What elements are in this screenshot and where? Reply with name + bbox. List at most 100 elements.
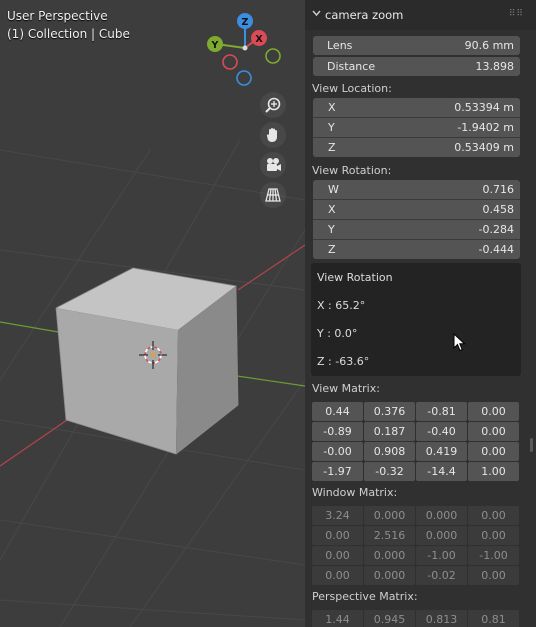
matrix-cell[interactable]: -0.32	[364, 462, 415, 481]
view-rotation-z-field[interactable]: Z -0.444	[313, 240, 520, 259]
matrix-row: -1.97 -0.32 -14.4 1.00	[312, 462, 521, 481]
axis-label: X	[328, 101, 336, 114]
view-rotation-y-field[interactable]: Y -0.284	[313, 220, 520, 240]
matrix-cell[interactable]: 0.00	[468, 442, 519, 461]
matrix-cell: 0.000	[364, 566, 415, 585]
matrix-cell[interactable]: -14.4	[416, 462, 467, 481]
view-rotation-w-field[interactable]: W 0.716	[313, 180, 520, 200]
axis-value: 0.53394 m	[454, 101, 514, 114]
matrix-row: 0.00 2.516 0.000 0.00	[312, 526, 521, 545]
axis-value: 0.458	[482, 203, 515, 216]
matrix-row: -0.89 0.187 -0.40 0.00	[312, 422, 521, 441]
view-rotation-fields: W 0.716 X 0.458 Y -0.284 Z -0.444	[313, 180, 520, 259]
gizmo-y-label: Y	[211, 40, 219, 51]
rotation-box-x: X : 65.2°	[317, 299, 366, 312]
matrix-cell: 0.000	[364, 546, 415, 565]
rotation-box-title: View Rotation	[317, 271, 393, 284]
view-rotation-label: View Rotation:	[312, 164, 392, 177]
zoom-icon[interactable]	[260, 92, 286, 118]
matrix-cell[interactable]: 0.00	[468, 422, 519, 441]
matrix-row: 3.24 0.000 0.000 0.00	[312, 506, 521, 525]
matrix-cell[interactable]: 0.00	[468, 402, 519, 421]
axis-label: Y	[328, 223, 335, 236]
camera-icon[interactable]	[260, 152, 286, 178]
matrix-cell: 0.00	[468, 566, 519, 585]
perspective-matrix-label: Perspective Matrix:	[312, 590, 418, 603]
collection-label: (1) Collection | Cube	[7, 27, 130, 41]
viewport-scene: Z X Y	[0, 13, 305, 627]
matrix-cell: -1.00	[416, 546, 467, 565]
matrix-cell[interactable]: -0.81	[416, 402, 467, 421]
matrix-cell: 0.81	[468, 610, 519, 627]
chevron-down-icon[interactable]	[312, 10, 321, 17]
scrollbar-handle[interactable]	[530, 438, 533, 452]
view-matrix-label: View Matrix:	[312, 382, 380, 395]
panel-header[interactable]: camera zoom ⠿⠿	[305, 0, 536, 30]
matrix-cell[interactable]: -0.40	[416, 422, 467, 441]
window-matrix-grid: 3.24 0.000 0.000 0.00 0.00 2.516 0.000 0…	[312, 506, 521, 586]
matrix-row: 0.00 0.000 -1.00 -1.00	[312, 546, 521, 565]
lens-label: Lens	[327, 39, 353, 52]
matrix-cell: 0.000	[416, 526, 467, 545]
view-location-label: View Location:	[312, 82, 392, 95]
view-location-x-field[interactable]: X 0.53394 m	[313, 98, 520, 118]
matrix-cell: 0.000	[416, 506, 467, 525]
view-mode-label: User Perspective	[7, 9, 108, 23]
axis-value: -0.444	[478, 243, 514, 256]
axis-value: 0.53409 m	[454, 141, 514, 154]
perspective-matrix-grid: 1.44 0.945 0.813 0.81	[312, 610, 521, 627]
matrix-cell[interactable]: 0.187	[364, 422, 415, 441]
gizmo-z-label: Z	[242, 17, 249, 28]
view-matrix-grid: 0.44 0.376 -0.81 0.00 -0.89 0.187 -0.40 …	[312, 402, 521, 482]
view-location-fields: X 0.53394 m Y -1.9402 m Z 0.53409 m	[313, 98, 520, 157]
axis-label: Y	[328, 121, 335, 134]
view-location-y-field[interactable]: Y -1.9402 m	[313, 118, 520, 138]
rotation-box-z: Z : -63.6°	[317, 355, 370, 368]
matrix-cell: 0.945	[364, 610, 415, 627]
3d-viewport[interactable]: Z X Y User Perspective (1) Collection | …	[0, 0, 305, 627]
axis-label: X	[328, 203, 336, 216]
matrix-cell: 0.000	[364, 506, 415, 525]
matrix-cell: 0.813	[416, 610, 467, 627]
matrix-cell[interactable]: -0.00	[312, 442, 363, 461]
axis-value: -1.9402 m	[457, 121, 514, 134]
distance-label: Distance	[327, 60, 376, 73]
matrix-cell: 0.00	[312, 546, 363, 565]
rotation-euler-box: View Rotation X : 65.2° Y : 0.0° Z : -63…	[311, 263, 521, 376]
sidebar-panel: camera zoom ⠿⠿ Lens 90.6 mm Distance 13.…	[305, 0, 536, 627]
panel-title: camera zoom	[325, 8, 404, 22]
axis-label: Z	[328, 243, 336, 256]
matrix-cell[interactable]: -1.97	[312, 462, 363, 481]
matrix-cell: 0.00	[312, 566, 363, 585]
matrix-cell[interactable]: 0.44	[312, 402, 363, 421]
window-matrix-label: Window Matrix:	[312, 486, 398, 499]
matrix-cell: 0.00	[468, 526, 519, 545]
matrix-cell: 0.00	[312, 526, 363, 545]
lens-value: 90.6 mm	[464, 39, 514, 52]
matrix-cell: 2.516	[364, 526, 415, 545]
matrix-row: -0.00 0.908 0.419 0.00	[312, 442, 521, 461]
lens-field[interactable]: Lens 90.6 mm	[313, 36, 520, 55]
view-rotation-x-field[interactable]: X 0.458	[313, 200, 520, 220]
matrix-row: 0.44 0.376 -0.81 0.00	[312, 402, 521, 421]
matrix-cell: 0.00	[468, 506, 519, 525]
matrix-cell[interactable]: 0.908	[364, 442, 415, 461]
axis-label: Z	[328, 141, 336, 154]
matrix-cell: -0.02	[416, 566, 467, 585]
matrix-cell[interactable]: 0.419	[416, 442, 467, 461]
drag-handle-icon[interactable]: ⠿⠿	[509, 9, 524, 19]
matrix-cell[interactable]: 1.00	[468, 462, 519, 481]
grid-perspective-icon[interactable]	[260, 182, 286, 208]
distance-value: 13.898	[475, 60, 515, 73]
hand-pan-icon[interactable]	[260, 122, 286, 148]
mouse-pointer-icon	[453, 333, 466, 352]
matrix-row: 1.44 0.945 0.813 0.81	[312, 610, 521, 627]
axis-value: 0.716	[482, 183, 515, 196]
view-location-z-field[interactable]: Z 0.53409 m	[313, 138, 520, 157]
matrix-cell: -1.00	[468, 546, 519, 565]
matrix-cell[interactable]: 0.376	[364, 402, 415, 421]
distance-field[interactable]: Distance 13.898	[313, 57, 520, 76]
gizmo-x-label: X	[255, 34, 263, 45]
matrix-row: 0.00 0.000 -0.02 0.00	[312, 566, 521, 585]
matrix-cell[interactable]: -0.89	[312, 422, 363, 441]
